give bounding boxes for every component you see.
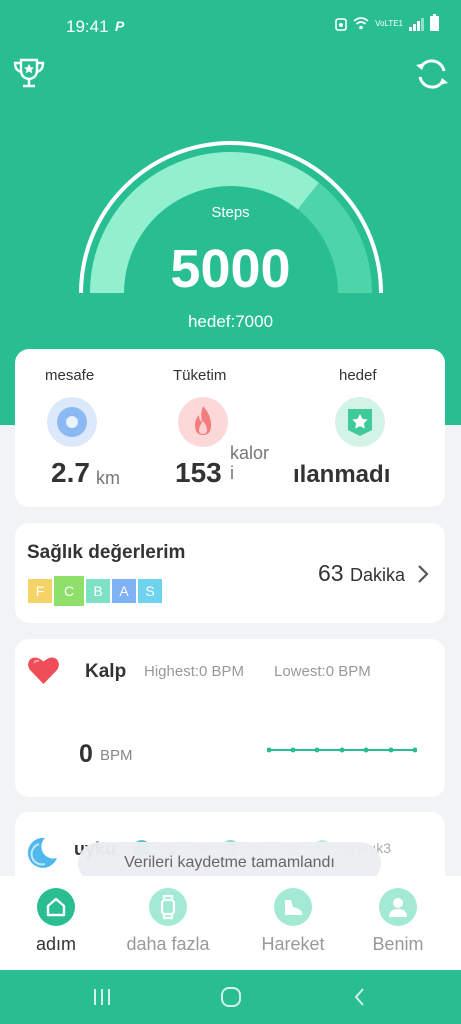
steps-value: 5000 — [170, 239, 291, 299]
home-glyph — [46, 897, 66, 917]
nav-label-profile: Benim — [372, 934, 424, 954]
system-nav-bar — [0, 970, 461, 1024]
heart-bpm-value: 0 — [79, 740, 93, 768]
location-icon — [47, 397, 97, 447]
back-icon[interactable] — [348, 987, 372, 1007]
health-title: Sağlık değerlerim — [27, 542, 186, 563]
network-label: VoLTE1 — [375, 18, 403, 28]
home-icon — [37, 888, 75, 926]
nav-item-steps[interactable]: adım — [1, 888, 111, 955]
bottom-nav: adım daha fazla Hareket Benim — [0, 876, 461, 970]
distance-title: mesafe — [45, 367, 95, 384]
heart-highest-value: Highest:0 — [144, 663, 208, 680]
nav-item-activity[interactable]: Hareket — [238, 888, 348, 955]
heart-rate-sparkline — [267, 747, 417, 753]
recent-apps-icon[interactable] — [90, 987, 114, 1007]
steps-label: Steps — [211, 204, 250, 221]
alarm-icon — [335, 17, 347, 31]
health-grades: FCBAS — [27, 575, 163, 607]
user-icon — [379, 888, 417, 926]
consumption-unit-line2: i — [230, 463, 234, 483]
health-values-card[interactable]: Sağlık değerlerim FCBAS 63 Dakika — [15, 523, 445, 623]
heart-lowest: Lowest:0 BPM — [274, 663, 371, 680]
consumption-title: Tüketim — [173, 367, 227, 384]
trophy-icon[interactable] — [12, 56, 46, 90]
heart-title: Kalp — [85, 661, 127, 682]
heart-card[interactable]: Kalp Highest:0 BPM Lowest:0 BPM 0 BPM — [15, 639, 445, 797]
steps-goal: hedef:7000 — [187, 312, 274, 331]
chevron-right-icon[interactable] — [416, 564, 430, 584]
target-title: hedef — [339, 367, 377, 384]
grade-chip: C — [53, 575, 85, 607]
status-bar: 19:41 P VoLTE1 — [0, 0, 461, 56]
status-time: 19:41 — [66, 17, 109, 36]
grade-chip: A — [111, 578, 137, 604]
grade-chip: F — [27, 578, 53, 604]
stats-card: mesafe 2.7 km Tüketim 153 kalor i hedef … — [15, 349, 445, 507]
signal-icon — [409, 17, 424, 31]
flame-icon — [178, 397, 228, 447]
status-indicators: VoLTE1 — [335, 14, 439, 31]
minutes-value: 63 — [317, 560, 344, 586]
consumption-unit: kalor i — [230, 443, 269, 483]
star-badge-icon — [335, 397, 385, 447]
distance-unit: km — [96, 468, 120, 488]
heart-highest-unit: BPM — [211, 663, 245, 680]
distance-value: 2.7 — [51, 457, 90, 488]
p-badge-icon: P — [115, 18, 125, 34]
watch-glyph — [160, 894, 176, 920]
moon-icon — [27, 837, 57, 868]
wifi-icon — [353, 17, 369, 30]
heart-icon — [28, 657, 59, 684]
nav-label-steps: adım — [35, 934, 77, 954]
home-button-icon[interactable] — [219, 987, 243, 1007]
sync-icon[interactable] — [414, 56, 450, 92]
nav-label-activity: Hareket — [261, 934, 325, 954]
health-minutes: 63 Dakika — [318, 560, 405, 587]
heart-lowest-unit: BPM — [338, 663, 371, 680]
grade-chip: S — [137, 578, 163, 604]
shoe-glyph — [285, 900, 302, 915]
nav-item-more[interactable]: daha fazla — [113, 888, 223, 955]
shoe-icon — [274, 888, 312, 926]
watch-icon — [149, 888, 187, 926]
nav-label-more: daha fazla — [126, 934, 210, 954]
grade-chip: B — [85, 578, 111, 604]
battery-icon — [430, 14, 439, 31]
heart-bpm-unit: BPM — [100, 747, 133, 764]
nav-item-profile[interactable]: Benim — [343, 888, 453, 955]
heart-lowest-value: Lowest:0 — [274, 663, 335, 680]
minutes-unit: Dakika — [349, 565, 405, 585]
consumption-value: 153 — [175, 457, 222, 488]
consumption-unit-line1: kalor — [230, 443, 270, 463]
target-value: ılanmadı — [293, 461, 391, 488]
user-glyph — [389, 898, 407, 917]
heart-highest: Highest:0 BPM — [144, 663, 244, 680]
